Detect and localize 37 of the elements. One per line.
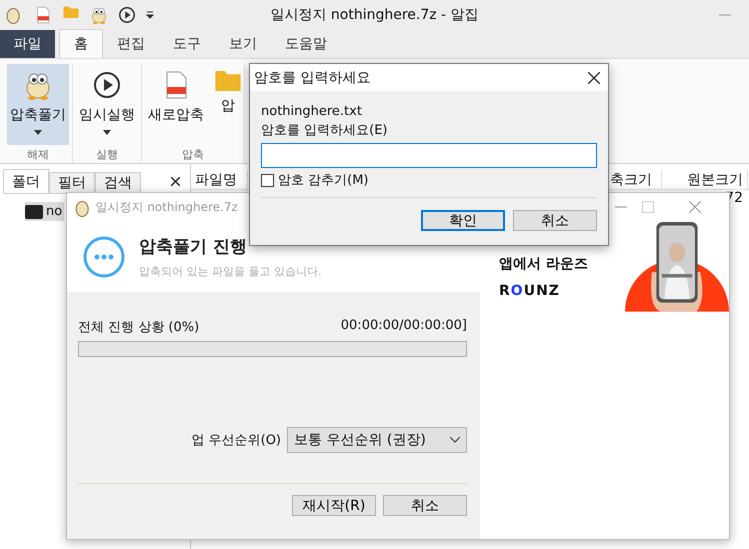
ok-button[interactable]: 확인 [421,210,505,231]
priority-label: 업 우선순위(O) [191,432,281,449]
menu-tab[interactable]: 홈 [59,29,103,58]
ad-headline: 앱에서 라운즈 [499,255,589,273]
progress-heading: 압축풀기 진행 [139,236,248,258]
password-prompt: 암호를 입력하세요(E) [261,122,388,140]
panel-tab[interactable]: 검색 [95,172,141,193]
ribbon-button[interactable]: 새로압축 [145,64,207,145]
column-header[interactable]: 원본크기 [662,170,748,189]
priority-dropdown[interactable]: 보통 우선순위 (권장) [287,427,467,453]
elapsed-time: 00:00:00/00:00:00] [340,318,467,335]
restart-button[interactable]: 재시작(R) [292,495,376,516]
ribbon-button[interactable]: 임시실행 [76,64,138,145]
cancel-button[interactable]: 취소 [513,210,597,231]
menu-tab[interactable]: 도움말 [271,30,341,58]
panel-tab[interactable]: 필터 [49,172,95,193]
window-title: 일시정지 nothinghere.7z [95,199,238,216]
file-name: nothinghere.txt [261,103,363,121]
group-label: 실행 [95,147,119,162]
menu-tab[interactable]: 도구 [159,30,215,58]
column-header[interactable]: 파일명 [191,170,248,189]
ribbon-button[interactable]: 압 [215,64,241,145]
window-title: 일시정지 nothinghere.7z - 알집 [270,6,479,24]
group-label: 해제 [26,147,50,162]
progress-label: 전체 진행 상황 (0%) [78,319,200,336]
group-label: 압축 [181,147,205,162]
file-menu[interactable]: 파일 [0,30,55,58]
progress-subtitle: 압축되어 있는 파일을 풀고 있습니다. [139,264,322,279]
cancel-button[interactable]: 취소 [383,495,467,516]
brand-logo: ROUNZ [499,283,561,299]
tree-item[interactable]: no [25,202,64,221]
menu-tab[interactable]: 보기 [215,30,271,58]
panel-tab[interactable]: 폴더 [3,169,49,193]
ribbon-button[interactable]: 압축풀기 [7,64,69,145]
hide-password-checkbox[interactable]: 암호 감추기(M) [261,171,597,189]
dialog-title: 암호를 입력하세요 [254,68,370,86]
menu-tab[interactable]: 편집 [103,30,159,58]
